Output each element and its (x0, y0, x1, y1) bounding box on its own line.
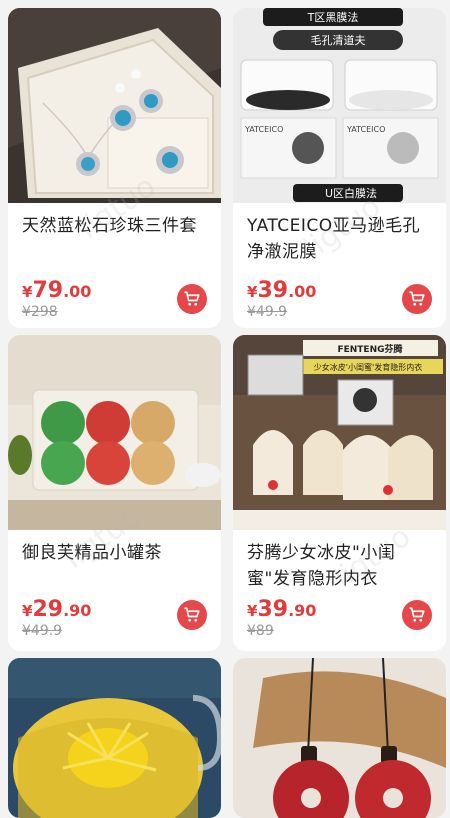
product-title[interactable]: 芬腾少女冰皮"小闺蜜"发育隐形内衣 (247, 540, 436, 592)
product-image[interactable] (8, 658, 221, 818)
product-title[interactable]: 御良芙精品小罐茶 (22, 540, 211, 566)
product-title[interactable]: YATCEICO亚马逊毛孔净澈泥膜 (247, 213, 436, 265)
add-to-cart-button[interactable] (177, 600, 207, 630)
original-price: ¥49.9 (22, 623, 63, 639)
price: ¥29.90 (22, 597, 92, 622)
svg-text:毛孔清道夫: 毛孔清道夫 (311, 33, 366, 47)
shopping-cart-icon (409, 291, 425, 306)
svg-text:U区白膜法: U区白膜法 (325, 186, 377, 200)
price: ¥39.00 (247, 278, 317, 303)
product-card[interactable]: T区黑膜法 毛孔清道夫 YATCEICO YATCEICO U区白膜法 YATC… (233, 8, 446, 328)
product-image[interactable] (8, 335, 221, 530)
product-image[interactable]: FENTENG芬腾 少女冰皮'小闺蜜'发育隐形内衣 (233, 335, 446, 530)
shopping-cart-icon (184, 607, 200, 622)
product-card[interactable]: 天然蓝松石珍珠三件套 ¥79.00 ¥298 (8, 8, 221, 328)
svg-text:T区黑膜法: T区黑膜法 (307, 10, 359, 24)
product-image[interactable]: T区黑膜法 毛孔清道夫 YATCEICO YATCEICO U区白膜法 (233, 8, 446, 203)
product-card[interactable]: FENTENG芬腾 少女冰皮'小闺蜜'发育隐形内衣 芬腾少女冰皮"小闺蜜"发育隐… (233, 335, 446, 651)
price: ¥39.90 (247, 597, 317, 622)
product-card[interactable]: 御良芙精品小罐茶 ¥29.90 ¥49.9 (8, 335, 221, 651)
svg-text:YATCEICO: YATCEICO (346, 125, 385, 134)
shopping-cart-icon (184, 291, 200, 306)
product-card[interactable] (233, 658, 446, 818)
add-to-cart-button[interactable] (402, 600, 432, 630)
product-card[interactable] (8, 658, 221, 818)
shopping-cart-icon (409, 607, 425, 622)
original-price: ¥298 (22, 304, 58, 320)
add-to-cart-button[interactable] (402, 284, 432, 314)
add-to-cart-button[interactable] (177, 284, 207, 314)
product-image[interactable] (233, 658, 446, 818)
product-title[interactable]: 天然蓝松石珍珠三件套 (22, 213, 211, 239)
svg-text:少女冰皮'小闺蜜'发育隐形内衣: 少女冰皮'小闺蜜'发育隐形内衣 (314, 362, 422, 372)
original-price: ¥49.9 (247, 304, 288, 320)
price: ¥79.00 (22, 278, 92, 303)
svg-text:FENTENG芬腾: FENTENG芬腾 (337, 343, 403, 355)
svg-text:YATCEICO: YATCEICO (244, 125, 283, 134)
product-image[interactable] (8, 8, 221, 203)
original-price: ¥89 (247, 623, 274, 639)
